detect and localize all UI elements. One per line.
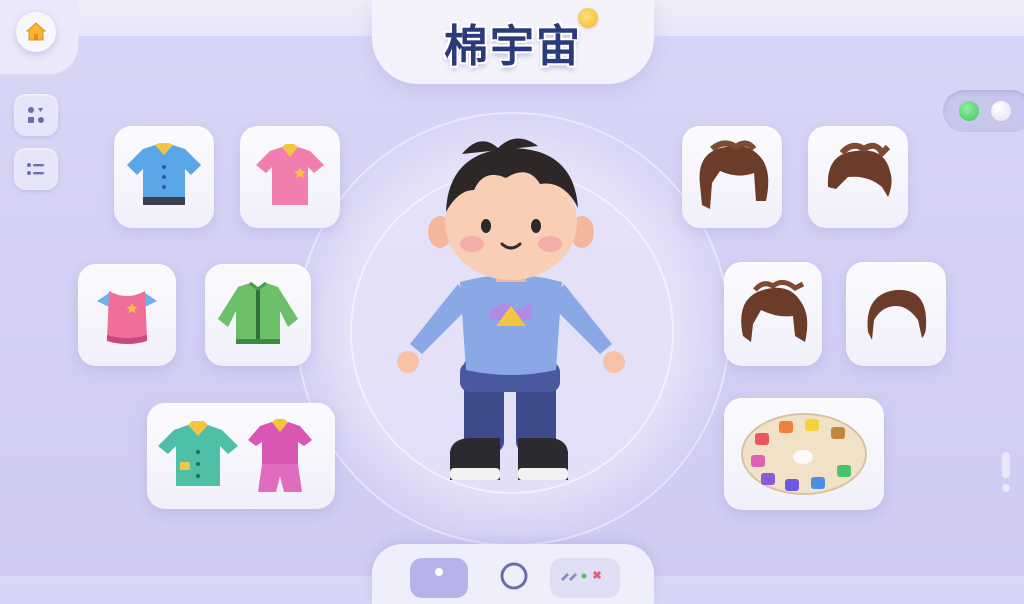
color-palette-icon: [741, 413, 867, 495]
tab-search-icon: [500, 562, 528, 590]
clothing-tile-blue-shirt[interactable]: [114, 126, 214, 228]
home-button[interactable]: [16, 12, 56, 52]
hair-tile-4[interactable]: [846, 262, 946, 366]
theme-toggle[interactable]: [943, 90, 1024, 132]
tab-outfit-icon: [435, 568, 443, 576]
avatar-figure: [397, 138, 625, 480]
pink-polo-icon: [256, 144, 324, 205]
green-dot[interactable]: [959, 101, 979, 121]
page-title: 棉宇宙: [444, 21, 582, 72]
hair-style-4-icon: [867, 289, 927, 340]
pink-vest-icon: [97, 291, 157, 344]
list-icon: [27, 163, 44, 175]
exclamation-icon: [1002, 452, 1010, 492]
home-icon: [25, 22, 47, 41]
tab-decor[interactable]: [550, 558, 620, 598]
title-tab: 棉宇宙: [372, 0, 654, 84]
green-jacket-icon: [218, 281, 298, 344]
sun-icon: [578, 8, 598, 28]
tab-decor-icon: [560, 570, 602, 582]
hair-tile-1[interactable]: [682, 126, 782, 228]
white-dot[interactable]: [991, 101, 1011, 121]
tab-search[interactable]: [484, 558, 542, 598]
hair-tile-3[interactable]: [724, 262, 822, 366]
list-button[interactable]: [14, 148, 58, 190]
outfit-set-icon: [158, 419, 312, 492]
hair-tile-2[interactable]: [808, 126, 908, 228]
clothing-tile-outfit-set[interactable]: [147, 403, 335, 509]
clothing-tile-pink-vest[interactable]: [78, 264, 176, 366]
bottom-bar: [372, 544, 654, 604]
hair-style-1-icon: [699, 140, 769, 209]
hair-style-3-icon: [741, 280, 808, 342]
color-palette-tile[interactable]: [724, 398, 884, 510]
tab-outfit[interactable]: [410, 558, 468, 598]
blue-shirt-icon: [127, 143, 201, 205]
clothing-tile-green-jacket[interactable]: [205, 264, 311, 366]
hair-style-2-icon: [827, 142, 892, 197]
shapes-button[interactable]: [14, 94, 58, 136]
clothing-tile-pink-polo[interactable]: [240, 126, 340, 228]
home-corner: [0, 0, 78, 74]
shapes-icon: [28, 107, 44, 123]
